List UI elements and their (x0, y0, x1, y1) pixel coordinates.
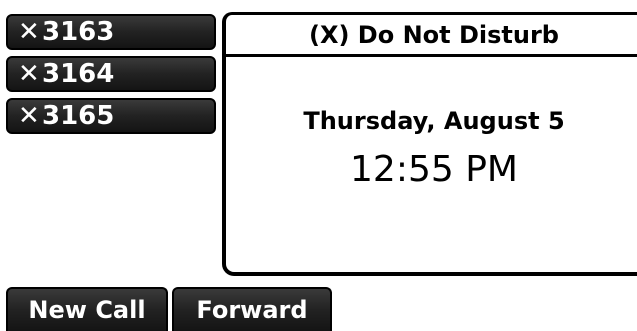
date-display: Thursday, August 5 (303, 107, 565, 135)
line-key-3163[interactable]: ✕ 3163 (6, 14, 216, 50)
status-panel: (X) Do Not Disturb Thursday, August 5 12… (222, 12, 637, 276)
dnd-x-icon: ✕ (18, 59, 40, 89)
line-key-3164[interactable]: ✕ 3164 (6, 56, 216, 92)
panel-title: (X) Do Not Disturb (226, 15, 637, 57)
time-display: 12:55 PM (350, 149, 518, 190)
dnd-x-icon: ✕ (18, 17, 40, 47)
line-key-label: 3163 (42, 17, 115, 47)
dnd-x-icon: ✕ (18, 101, 40, 131)
forward-softkey[interactable]: Forward (172, 287, 332, 331)
line-key-label: 3165 (42, 101, 115, 131)
line-key-label: 3164 (42, 59, 115, 89)
new-call-softkey[interactable]: New Call (6, 287, 168, 331)
phone-screen: ✕ 3163 ✕ 3164 ✕ 3165 (X) Do Not Disturb … (0, 0, 637, 331)
line-key-3165[interactable]: ✕ 3165 (6, 98, 216, 134)
